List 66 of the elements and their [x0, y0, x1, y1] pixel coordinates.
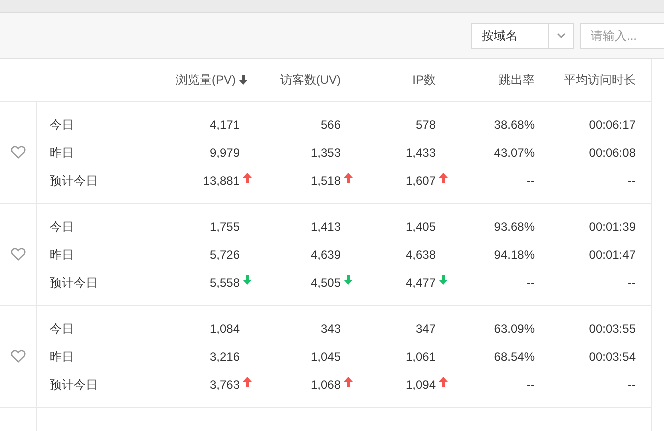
table-cell-text: -- — [527, 275, 535, 292]
row-label: 预计今日 — [50, 174, 98, 188]
table-cell-text: 4,171 — [210, 117, 240, 134]
column-header[interactable]: 跳出率 — [499, 71, 535, 89]
search-field[interactable]: 请输入... — [580, 22, 664, 48]
row-label: 昨日 — [50, 146, 74, 160]
table-cell-text: 9,979 — [210, 145, 240, 162]
row-label: 预计今日 — [50, 276, 98, 290]
table-cell-text: 43.07% — [494, 145, 535, 162]
table-cell-text: 1,084 — [210, 321, 240, 338]
heart-icon[interactable] — [10, 350, 26, 363]
table-cell-text: 4,639 — [310, 247, 341, 264]
table-cell-text: 347 — [416, 321, 436, 338]
table-cell-text: 00:06:08 — [589, 145, 636, 162]
heart-icon[interactable] — [10, 146, 26, 159]
column-header[interactable]: 访客数(UV) — [280, 71, 341, 89]
table-cell-text: 00:03:55 — [589, 321, 636, 338]
table-cell-text: 63.09% — [494, 321, 535, 338]
column-header[interactable]: IP数 — [412, 71, 436, 89]
table-cell-text: 4,638 — [406, 247, 436, 264]
table-cell-text: 00:06:17 — [589, 117, 636, 134]
table-cell-text: -- — [527, 377, 535, 394]
domain-select[interactable]: 按域名 — [471, 22, 574, 48]
row-label: 昨日 — [50, 248, 74, 262]
table-cell-text: 38.68% — [494, 117, 535, 134]
column-header[interactable]: 浏览量(PV) — [176, 71, 236, 89]
heart-icon[interactable] — [10, 248, 26, 261]
table-cell-text: 1,068 — [310, 377, 341, 394]
select-value: 按域名 — [481, 28, 519, 44]
table-cell-text: 00:01:39 — [589, 219, 636, 236]
table-cell-text: -- — [628, 173, 636, 190]
table-cell-text: 1,607 — [406, 173, 436, 190]
table-cell-text: 13,881 — [203, 173, 240, 190]
table-cell-text: -- — [628, 275, 636, 292]
table-cell-text: 3,216 — [210, 349, 240, 366]
table-cell-text: 1,094 — [406, 377, 436, 394]
table-cell-text: -- — [527, 173, 535, 190]
table-cell-text: 3,763 — [210, 377, 240, 394]
table-cell-text: 5,726 — [210, 247, 240, 264]
table-cell-text: 1,413 — [310, 219, 341, 236]
column-header[interactable]: 平均访问时长 — [564, 71, 636, 89]
row-label: 预计今日 — [50, 378, 98, 392]
table-cell-text: 4,505 — [310, 275, 341, 292]
table-cell-text: 1,518 — [310, 173, 341, 190]
row-label: 今日 — [50, 118, 74, 132]
table-cell-text: 5,558 — [210, 275, 240, 292]
row-label: 今日 — [50, 322, 74, 336]
table-cell-text: 1,405 — [406, 219, 436, 236]
table-cell-text: 1,755 — [210, 219, 240, 236]
table-cell-text: 68.54% — [494, 349, 535, 366]
table-cell-text: 1,353 — [310, 145, 341, 162]
table-cell-text: 94.18% — [494, 247, 535, 264]
table-cell-text: 1,061 — [406, 349, 436, 366]
table-cell-text: 343 — [320, 321, 341, 338]
chevron-down-icon — [556, 32, 566, 38]
table-cell-text: 566 — [320, 117, 341, 134]
table-cell-text: 578 — [416, 117, 436, 134]
table-cell-text: 1,045 — [310, 349, 341, 366]
row-label: 今日 — [50, 220, 74, 234]
table-cell-text: 00:03:54 — [589, 349, 636, 366]
table-cell-text: -- — [628, 377, 636, 394]
table-cell-text: 1,433 — [406, 145, 436, 162]
table-cell-text: 4,477 — [406, 275, 436, 292]
table-cell-text: 00:01:47 — [589, 247, 636, 264]
row-label: 昨日 — [50, 350, 74, 364]
table-cell-text: 93.68% — [494, 219, 535, 236]
